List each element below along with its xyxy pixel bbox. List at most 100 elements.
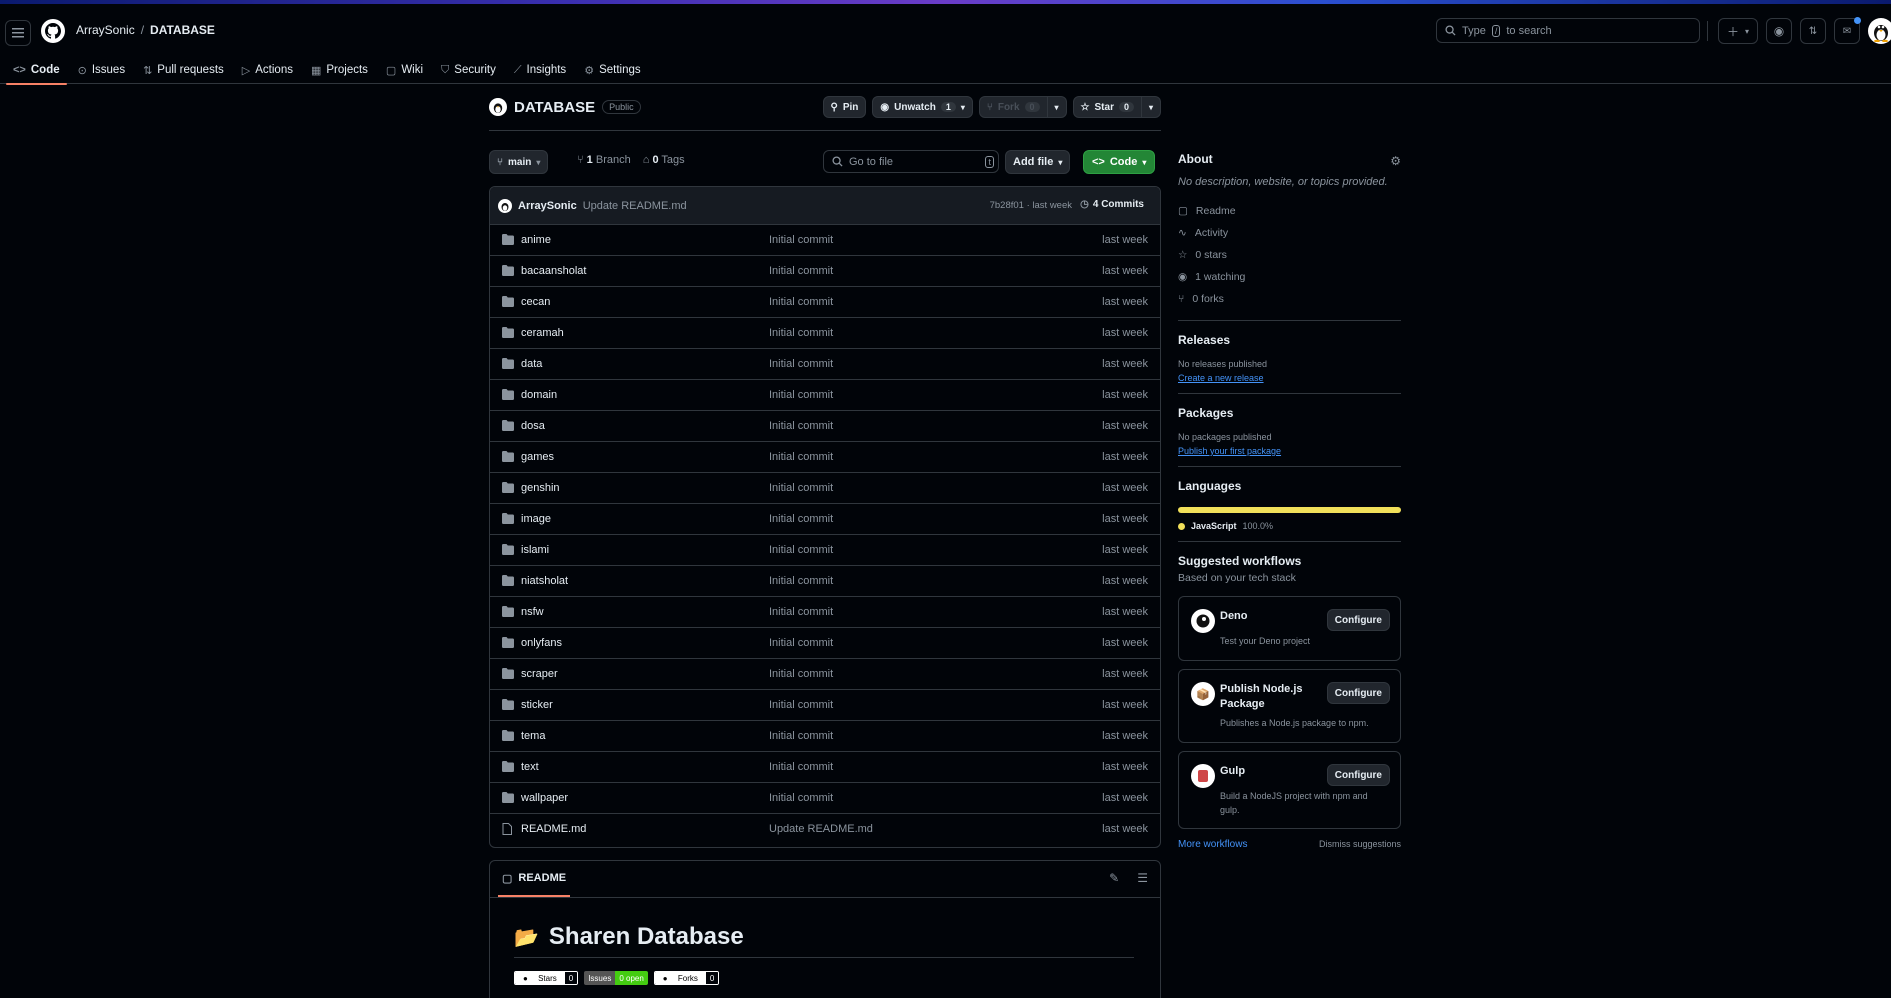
table-row[interactable]: domain Initial commit last week xyxy=(490,380,1160,411)
table-row[interactable]: islami Initial commit last week xyxy=(490,535,1160,566)
repo-avatar[interactable] xyxy=(489,98,507,116)
tab-pull-requests[interactable]: ⇅ Pull requests xyxy=(136,56,231,84)
breadcrumb-owner[interactable]: ArraySonic xyxy=(76,23,135,37)
pull-requests-button[interactable]: ⇅ xyxy=(1800,18,1826,44)
about-item-activity[interactable]: ∿ Activity xyxy=(1178,222,1401,244)
commits-link[interactable]: ◷ 4 Commits xyxy=(1080,199,1144,210)
file-name[interactable]: text xyxy=(521,761,539,773)
tab-issues[interactable]: ⊙ Issues xyxy=(71,56,132,84)
file-name[interactable]: data xyxy=(521,358,542,370)
dismiss-suggestions-link[interactable]: Dismiss suggestions xyxy=(1319,839,1401,850)
add-file-button[interactable]: Add file ▾ xyxy=(1005,150,1071,174)
badge-issues[interactable]: Issues 0 open xyxy=(584,971,648,985)
file-name[interactable]: islami xyxy=(521,544,549,556)
file-name[interactable]: ceramah xyxy=(521,327,564,339)
star-button[interactable]: ☆ Star 0 xyxy=(1072,96,1142,118)
file-name[interactable]: domain xyxy=(521,389,557,401)
publish-package-link[interactable]: Publish your first package xyxy=(1178,446,1401,456)
table-row[interactable]: nsfw Initial commit last week xyxy=(490,597,1160,628)
file-name[interactable]: bacaansholat xyxy=(521,265,586,277)
about-item-forks[interactable]: ⑂ 0 forks xyxy=(1178,288,1401,310)
file-name[interactable]: games xyxy=(521,451,554,463)
file-name[interactable]: sticker xyxy=(521,699,553,711)
table-row[interactable]: tema Initial commit last week xyxy=(490,721,1160,752)
file-name[interactable]: cecan xyxy=(521,296,550,308)
table-row[interactable]: image Initial commit last week xyxy=(490,504,1160,535)
table-row[interactable]: bacaansholat Initial commit last week xyxy=(490,256,1160,287)
file-name[interactable]: genshin xyxy=(521,482,560,494)
create-release-link[interactable]: Create a new release xyxy=(1178,373,1401,383)
commit-sha-date[interactable]: 7b28f01 · last week xyxy=(990,200,1072,211)
breadcrumb-repo[interactable]: DATABASE xyxy=(150,23,215,37)
search-input[interactable]: Type / to search xyxy=(1436,18,1700,43)
file-commit-message[interactable]: Initial commit xyxy=(769,358,833,370)
about-item-watching[interactable]: ◉ 1 watching xyxy=(1178,266,1401,288)
table-row[interactable]: genshin Initial commit last week xyxy=(490,473,1160,504)
configure-button[interactable]: Configure xyxy=(1326,682,1390,704)
file-commit-message[interactable]: Initial commit xyxy=(769,544,833,556)
table-row[interactable]: README.md Update README.md last week xyxy=(490,814,1160,845)
commit-message[interactable]: Update README.md xyxy=(583,200,687,212)
fork-button[interactable]: ⑂ Fork 0 xyxy=(978,96,1048,118)
table-row[interactable]: ceramah Initial commit last week xyxy=(490,318,1160,349)
file-commit-message[interactable]: Initial commit xyxy=(769,730,833,742)
file-commit-message[interactable]: Initial commit xyxy=(769,606,833,618)
file-commit-message[interactable]: Initial commit xyxy=(769,234,833,246)
file-name[interactable]: scraper xyxy=(521,668,558,680)
file-name[interactable]: nsfw xyxy=(521,606,544,618)
about-item-stars[interactable]: ☆ 0 stars xyxy=(1178,244,1401,266)
file-commit-message[interactable]: Initial commit xyxy=(769,420,833,432)
packages-title[interactable]: Packages xyxy=(1178,406,1401,420)
tab-projects[interactable]: ▦ Projects xyxy=(304,56,375,84)
tab-security[interactable]: ⛉ Security xyxy=(434,56,503,84)
tab-code[interactable]: <> Code xyxy=(6,56,67,85)
file-commit-message[interactable]: Initial commit xyxy=(769,389,833,401)
issues-button[interactable]: ◉ xyxy=(1766,18,1792,44)
tags-link[interactable]: ⌂ 0 Tags xyxy=(643,154,685,166)
pencil-icon[interactable]: ✎ xyxy=(1109,871,1119,885)
table-row[interactable]: text Initial commit last week xyxy=(490,752,1160,783)
file-commit-message[interactable]: Initial commit xyxy=(769,699,833,711)
commit-author[interactable]: ArraySonic xyxy=(518,200,577,212)
file-commit-message[interactable]: Update README.md xyxy=(769,823,873,835)
commit-author-avatar[interactable] xyxy=(498,198,512,213)
table-row[interactable]: scraper Initial commit last week xyxy=(490,659,1160,690)
file-commit-message[interactable]: Initial commit xyxy=(769,513,833,525)
table-row[interactable]: cecan Initial commit last week xyxy=(490,287,1160,318)
file-commit-message[interactable]: Initial commit xyxy=(769,265,833,277)
table-row[interactable]: sticker Initial commit last week xyxy=(490,690,1160,721)
avatar[interactable] xyxy=(1868,18,1891,44)
file-commit-message[interactable]: Initial commit xyxy=(769,327,833,339)
more-workflows-link[interactable]: More workflows xyxy=(1178,839,1247,850)
menu-icon[interactable] xyxy=(5,20,31,46)
unwatch-button[interactable]: ◉ Unwatch 1 ▾ xyxy=(872,96,973,118)
table-row[interactable]: games Initial commit last week xyxy=(490,442,1160,473)
table-row[interactable]: onlyfans Initial commit last week xyxy=(490,628,1160,659)
readme-tab[interactable]: ▢ README xyxy=(498,861,571,897)
branches-link[interactable]: ⑂ 1 Branch xyxy=(577,154,631,166)
tab-insights[interactable]: ⟋ Insights xyxy=(507,56,573,84)
badge-stars[interactable]: ● Stars 0 xyxy=(514,971,579,985)
file-name[interactable]: README.md xyxy=(521,823,586,835)
pin-button[interactable]: ⚲ Pin xyxy=(822,96,867,118)
file-commit-message[interactable]: Initial commit xyxy=(769,792,833,804)
table-row[interactable]: niatsholat Initial commit last week xyxy=(490,566,1160,597)
tab-wiki[interactable]: ▢ Wiki xyxy=(379,56,430,84)
configure-button[interactable]: Configure xyxy=(1326,764,1390,786)
tab-settings[interactable]: ⚙ Settings xyxy=(577,56,647,84)
language-item[interactable]: JavaScript 100.0% xyxy=(1178,521,1401,531)
file-commit-message[interactable]: Initial commit xyxy=(769,296,833,308)
table-row[interactable]: anime Initial commit last week xyxy=(490,225,1160,256)
file-commit-message[interactable]: Initial commit xyxy=(769,668,833,680)
repo-name[interactable]: DATABASE xyxy=(514,99,595,116)
inbox-button[interactable]: ✉ xyxy=(1834,17,1861,44)
file-name[interactable]: anime xyxy=(521,234,551,246)
file-name[interactable]: niatsholat xyxy=(521,575,568,587)
fork-dropdown-button[interactable]: ▾ xyxy=(1047,96,1067,118)
gear-icon[interactable]: ⚙ xyxy=(1390,154,1401,168)
file-name[interactable]: tema xyxy=(521,730,545,742)
badge-forks[interactable]: ● Forks 0 xyxy=(653,971,720,985)
table-row[interactable]: wallpaper Initial commit last week xyxy=(490,783,1160,814)
releases-title[interactable]: Releases xyxy=(1178,333,1401,347)
star-dropdown-button[interactable]: ▾ xyxy=(1141,96,1161,118)
